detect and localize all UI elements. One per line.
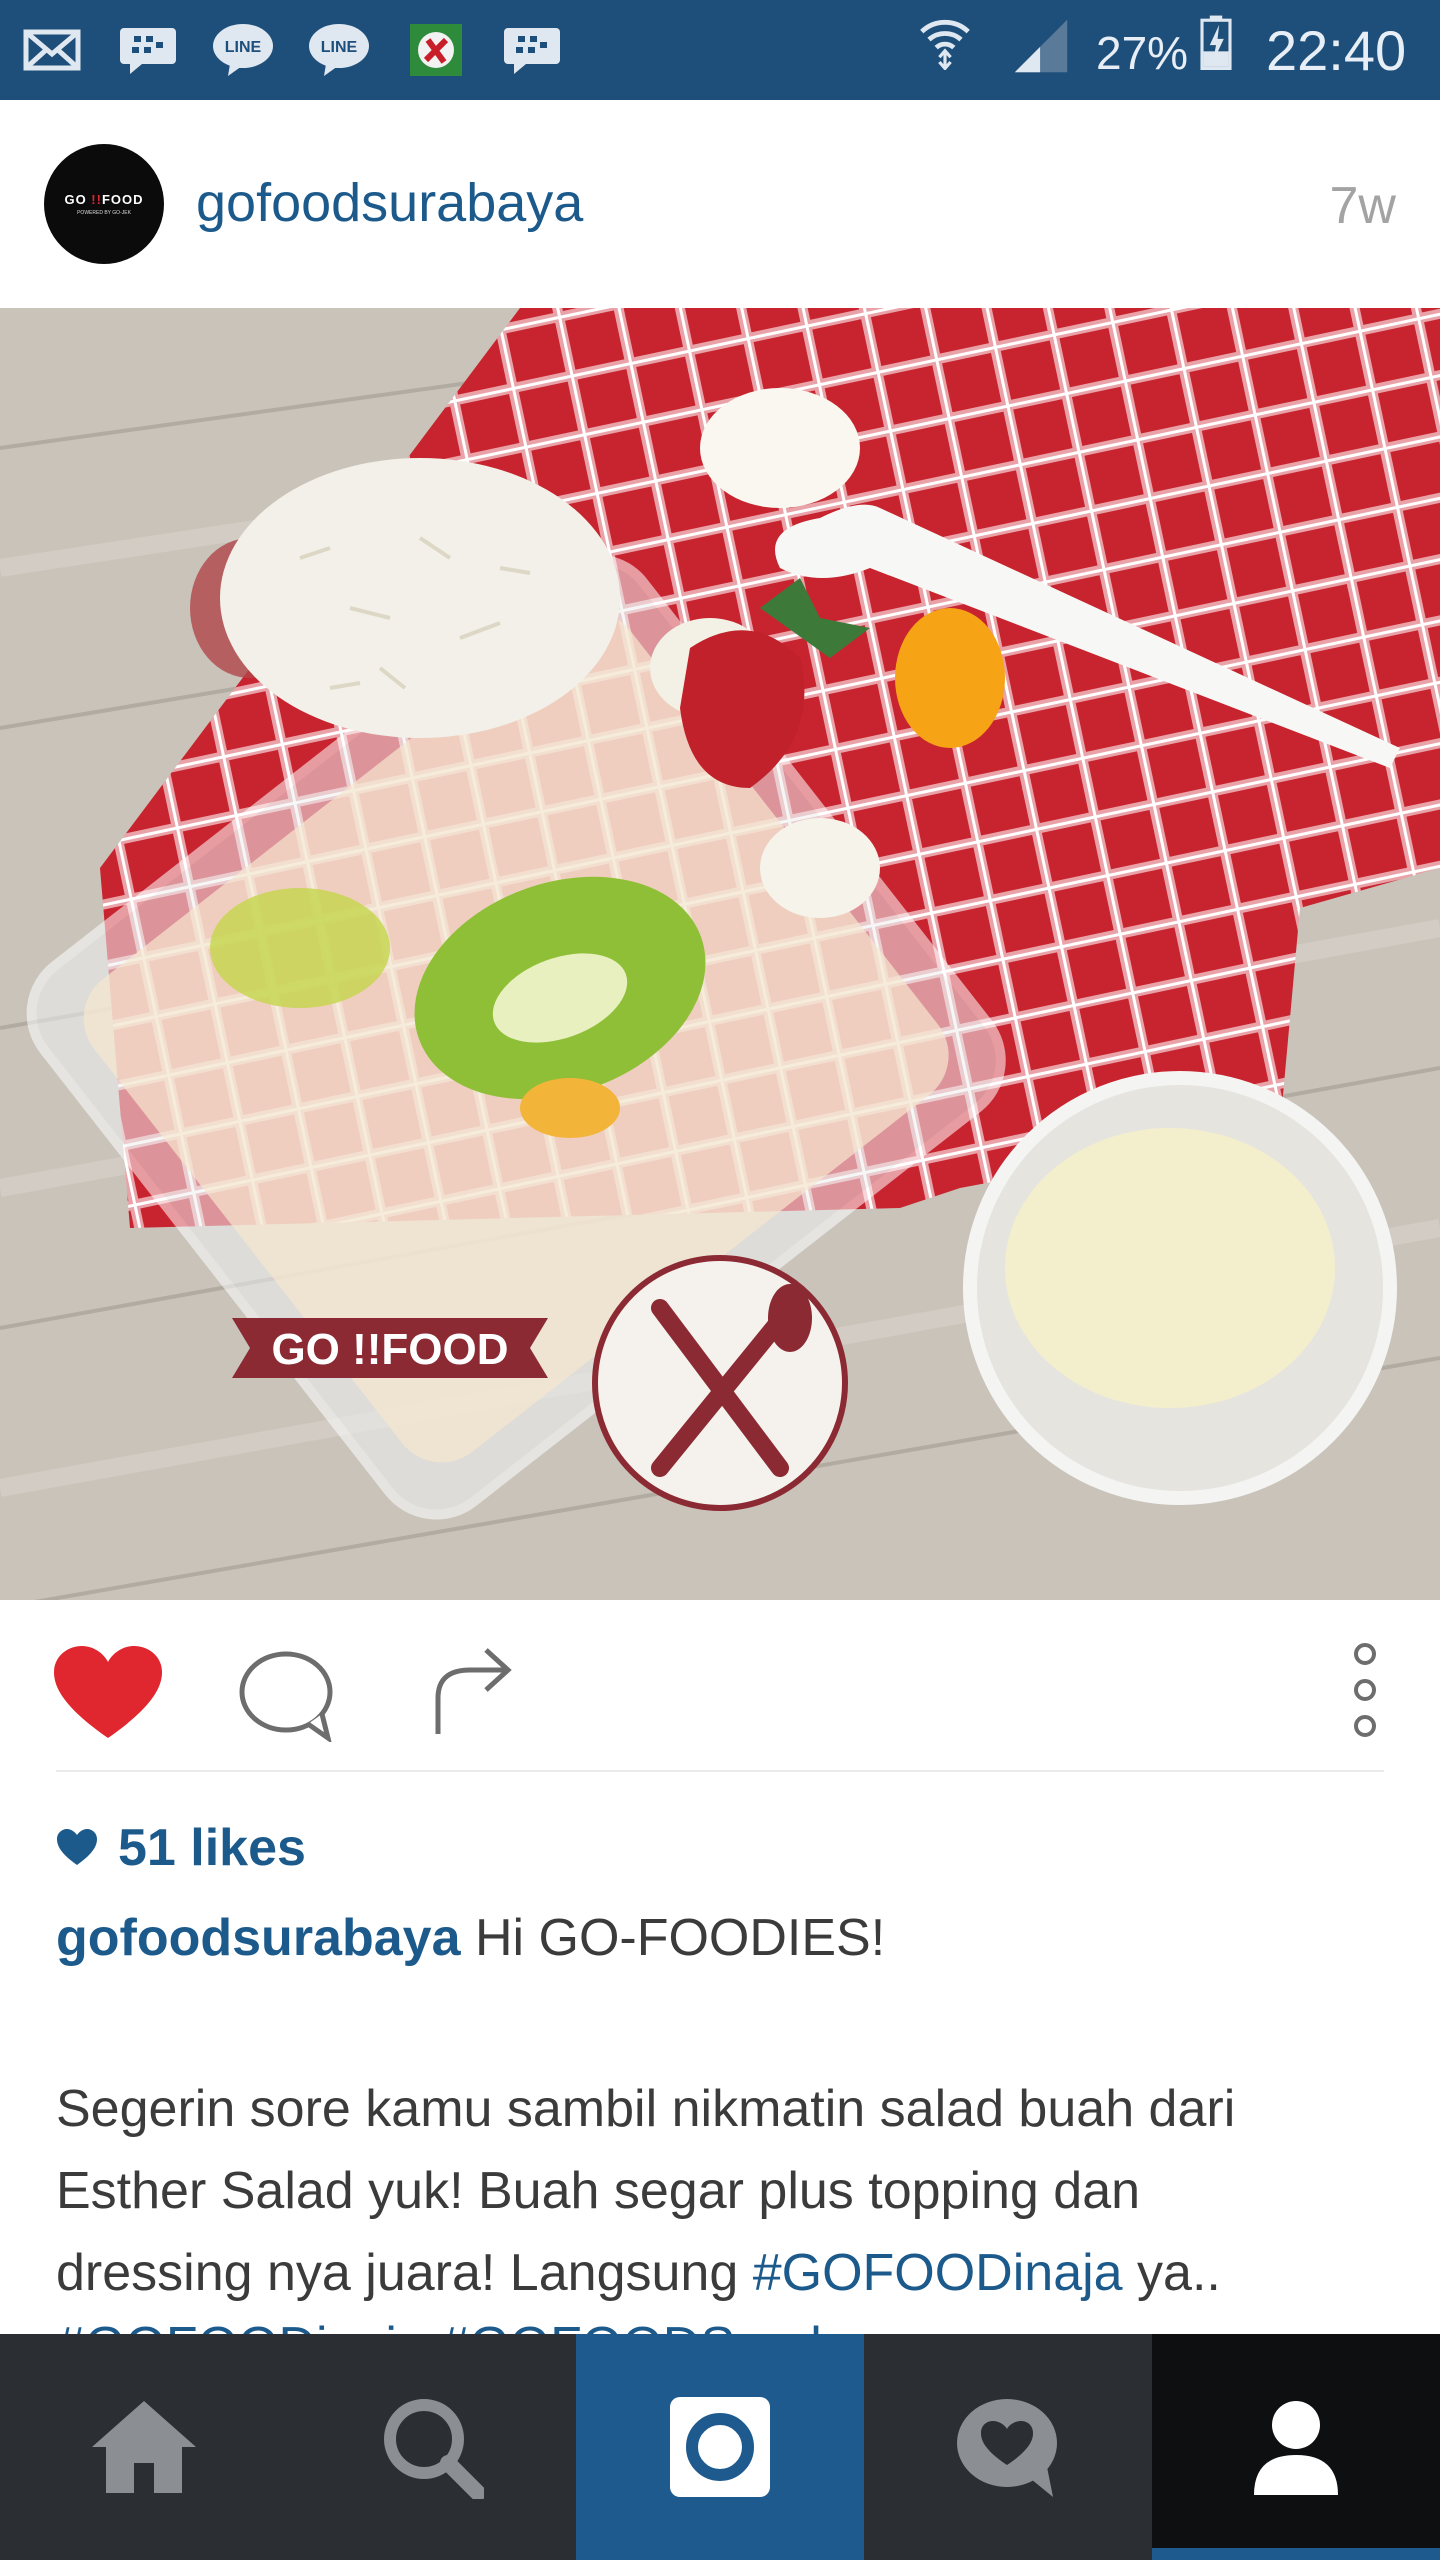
avatar-logo: GO !!FOOD [64,192,144,207]
signal-icon [1014,19,1068,73]
line-icon: LINE [309,24,369,76]
more-options-icon[interactable] [1350,1640,1380,1740]
wifi-icon [920,19,970,70]
avatar-logo-sub: POWERED BY GO-JEK [77,210,131,216]
line-icon: LINE [213,24,273,76]
caption-greeting: Hi GO-FOODIES! [474,1909,886,1967]
svg-text:LINE: LINE [225,39,262,56]
caption-header: gofoodsurabaya Hi GO-FOODIES! [56,1908,885,1968]
bbm-icon [120,28,176,74]
search-icon [384,2399,484,2499]
photo-brand-label: GO !!FOOD [271,1325,508,1374]
caption-line: Esther Salad yuk! Buah segar plus toppin… [56,2162,1141,2220]
camera-icon [670,2397,770,2497]
post-time: 7w [1329,177,1396,235]
nav-home[interactable] [0,2334,288,2560]
status-bar: LINE LINE 27% 22:40 [0,0,1440,100]
svg-text:LINE: LINE [321,39,358,56]
small-heart-icon [57,1829,97,1865]
nav-camera[interactable] [576,2334,864,2560]
divider [56,1770,1384,1772]
caption-username[interactable]: gofoodsurabaya [56,1909,461,1967]
activity-icon [957,2399,1057,2497]
bottom-nav [0,2334,1440,2560]
likes-label: 51 likes [118,1819,306,1877]
bbm-icon [504,28,560,74]
post-actions [0,1600,1440,1772]
like-heart-icon[interactable] [52,1646,164,1742]
avatar[interactable]: GO !!FOOD POWERED BY GO-JEK [44,144,164,264]
battery-percent: 27% [1096,27,1189,79]
caption-line: dressing nya juara! Langsung #GOFOODinaj… [56,2232,1396,2314]
app-icon [410,24,462,76]
nav-profile[interactable] [1152,2334,1440,2560]
caption-text: ya.. [1122,2244,1221,2302]
caption-text: dressing nya juara! Langsung [56,2244,753,2302]
comment-icon[interactable] [238,1648,338,1742]
post-header: GO !!FOOD POWERED BY GO-JEK gofoodsuraba… [0,100,1440,308]
post-username[interactable]: gofoodsurabaya [196,172,583,234]
battery-charging-icon [1200,15,1232,70]
mail-icon [23,29,81,71]
share-icon[interactable] [430,1646,514,1736]
post-photo[interactable]: GO !!FOOD [0,308,1440,1600]
profile-icon [1254,2401,1338,2495]
post-photo-graphic: GO !!FOOD [0,308,1440,1600]
active-tab-indicator [1152,2548,1440,2560]
likes-count[interactable]: 51 likes [56,1818,306,1878]
caption-body: Segerin sore kamu sambil nikmatin salad … [56,2068,1396,2314]
hashtag-link[interactable]: #GOFOODinaja [753,2244,1123,2302]
nav-search[interactable] [288,2334,576,2560]
home-icon [92,2401,196,2493]
clock: 22:40 [1266,19,1407,82]
caption-line: Segerin sore kamu sambil nikmatin salad … [56,2080,1236,2138]
nav-activity[interactable] [864,2334,1152,2560]
